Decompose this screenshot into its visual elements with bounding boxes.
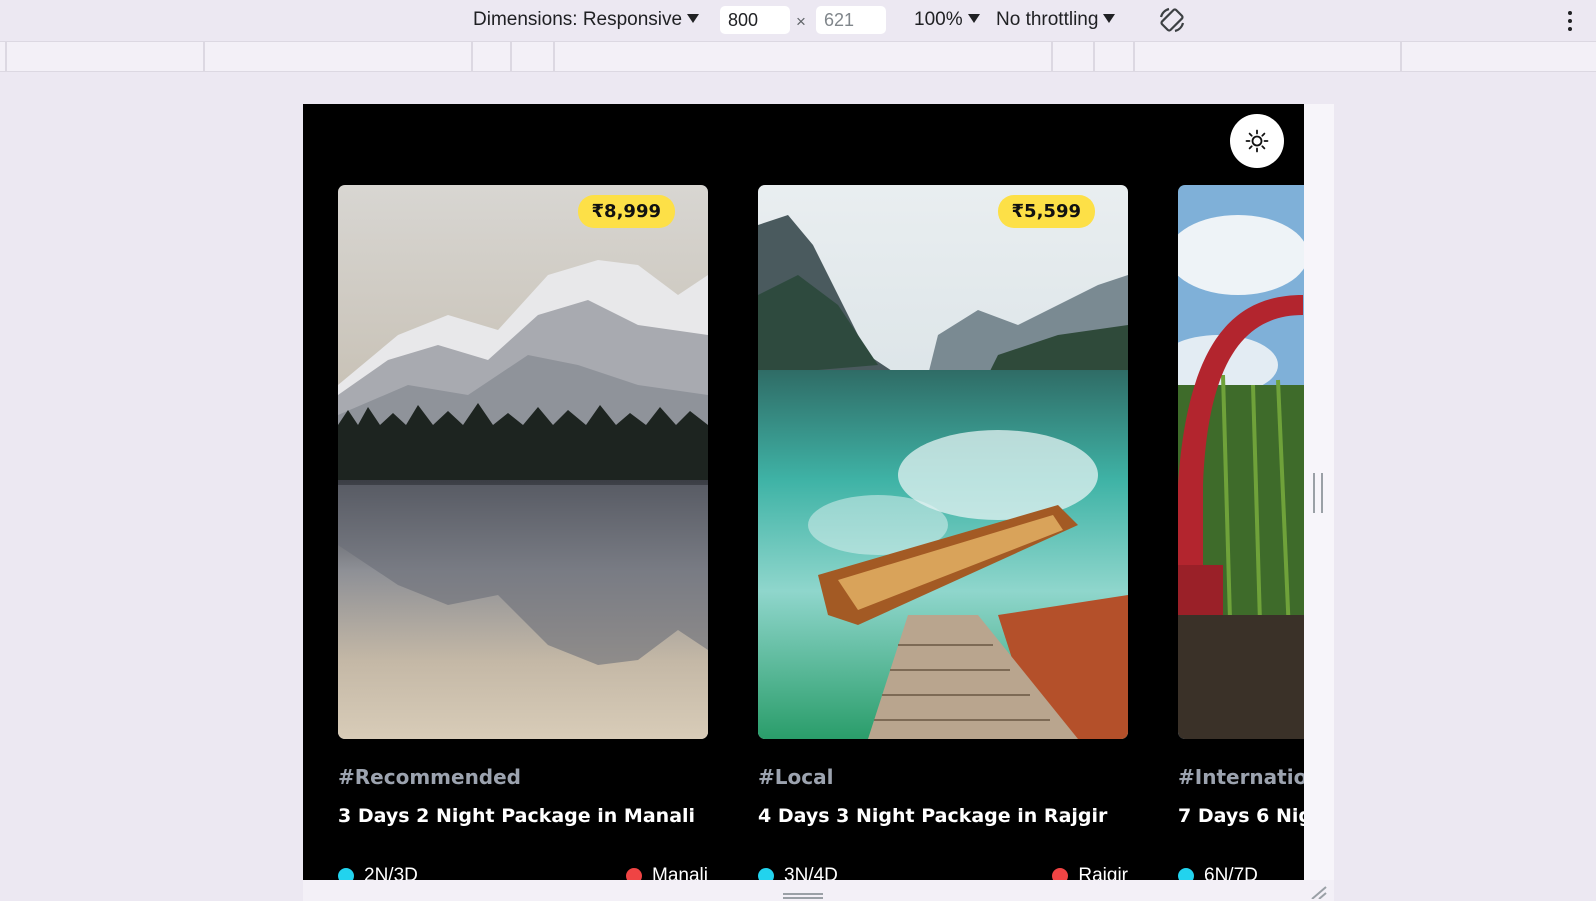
times-separator: × (796, 12, 806, 31)
package-title[interactable]: 7 Days 6 Night (1178, 805, 1304, 827)
media-query-bar (0, 41, 1596, 72)
media-query-segment[interactable] (5, 42, 7, 71)
media-query-segment[interactable] (203, 42, 205, 71)
package-location: Manali (652, 865, 708, 880)
media-query-segment[interactable] (1400, 42, 1402, 71)
media-query-segment[interactable] (1133, 42, 1135, 71)
corner-resize-icon[interactable] (1310, 885, 1328, 899)
clock-icon (1178, 868, 1194, 880)
clock-icon (338, 868, 354, 880)
chevron-down-icon (967, 13, 980, 23)
package-duration: 6N/7D (1204, 865, 1258, 880)
rotate-icon[interactable] (1157, 5, 1187, 35)
media-query-segment[interactable] (510, 42, 512, 71)
price-badge: ₹5,599 (997, 195, 1095, 228)
chevron-down-icon (687, 13, 700, 23)
package-card[interactable]: ₹8,999 #Recommended 3 Days 2 Night Packa… (338, 185, 708, 880)
package-duration: 3N/4D (784, 865, 838, 880)
media-query-segment[interactable] (553, 42, 555, 71)
throttling-dropdown[interactable]: No throttling (996, 9, 1116, 31)
package-title[interactable]: 3 Days 2 Night Package in Manali (338, 805, 708, 827)
package-image-international (1178, 185, 1304, 739)
more-options-icon[interactable] (1567, 11, 1573, 31)
package-tag: #Recommended (338, 765, 521, 789)
media-query-segment[interactable] (1051, 42, 1053, 71)
right-resize-handle[interactable] (1313, 473, 1323, 513)
width-input[interactable]: 800 (720, 6, 790, 34)
zoom-dropdown[interactable]: 100% (914, 9, 980, 31)
throttling-label: No throttling (996, 9, 1099, 30)
clock-icon (758, 868, 774, 880)
zoom-label: 100% (914, 9, 963, 30)
package-duration: 2N/3D (364, 865, 418, 880)
package-tag: #International (1178, 765, 1304, 789)
package-meta: 6N/7D (1178, 865, 1304, 880)
package-card[interactable]: ₹5,599 #Local 4 Days 3 Night Package in … (758, 185, 1128, 880)
chevron-down-icon (1103, 13, 1116, 23)
theme-toggle-button[interactable] (1230, 114, 1284, 168)
package-meta: 2N/3D Manali (338, 865, 708, 880)
price-badge: ₹8,999 (577, 195, 675, 228)
dimensions-label: Dimensions: Responsive (473, 9, 683, 30)
package-title[interactable]: 4 Days 3 Night Package in Rajgir (758, 805, 1128, 827)
device-toolbar: Dimensions: Responsive 800 × 621 100% No… (0, 0, 1596, 41)
height-input[interactable]: 621 (816, 6, 886, 34)
package-image-manali: ₹8,999 (338, 185, 708, 739)
media-query-segment[interactable] (1093, 42, 1095, 71)
package-meta: 3N/4D Rajgir (758, 865, 1128, 880)
emulated-viewport: ₹8,999 #Recommended 3 Days 2 Night Packa… (303, 104, 1304, 880)
media-query-segment[interactable] (471, 42, 473, 71)
sun-icon (1245, 129, 1269, 153)
package-location: Rajgir (1078, 865, 1128, 880)
dimensions-dropdown[interactable]: Dimensions: Responsive (473, 9, 700, 31)
bottom-resize-handle[interactable] (783, 893, 823, 899)
package-image-rajgir: ₹5,599 (758, 185, 1128, 739)
package-tag: #Local (758, 765, 834, 789)
location-pin-icon (626, 868, 643, 880)
location-pin-icon (1052, 868, 1069, 880)
package-card[interactable]: #International 7 Days 6 Night 6N/7D (1178, 185, 1304, 880)
